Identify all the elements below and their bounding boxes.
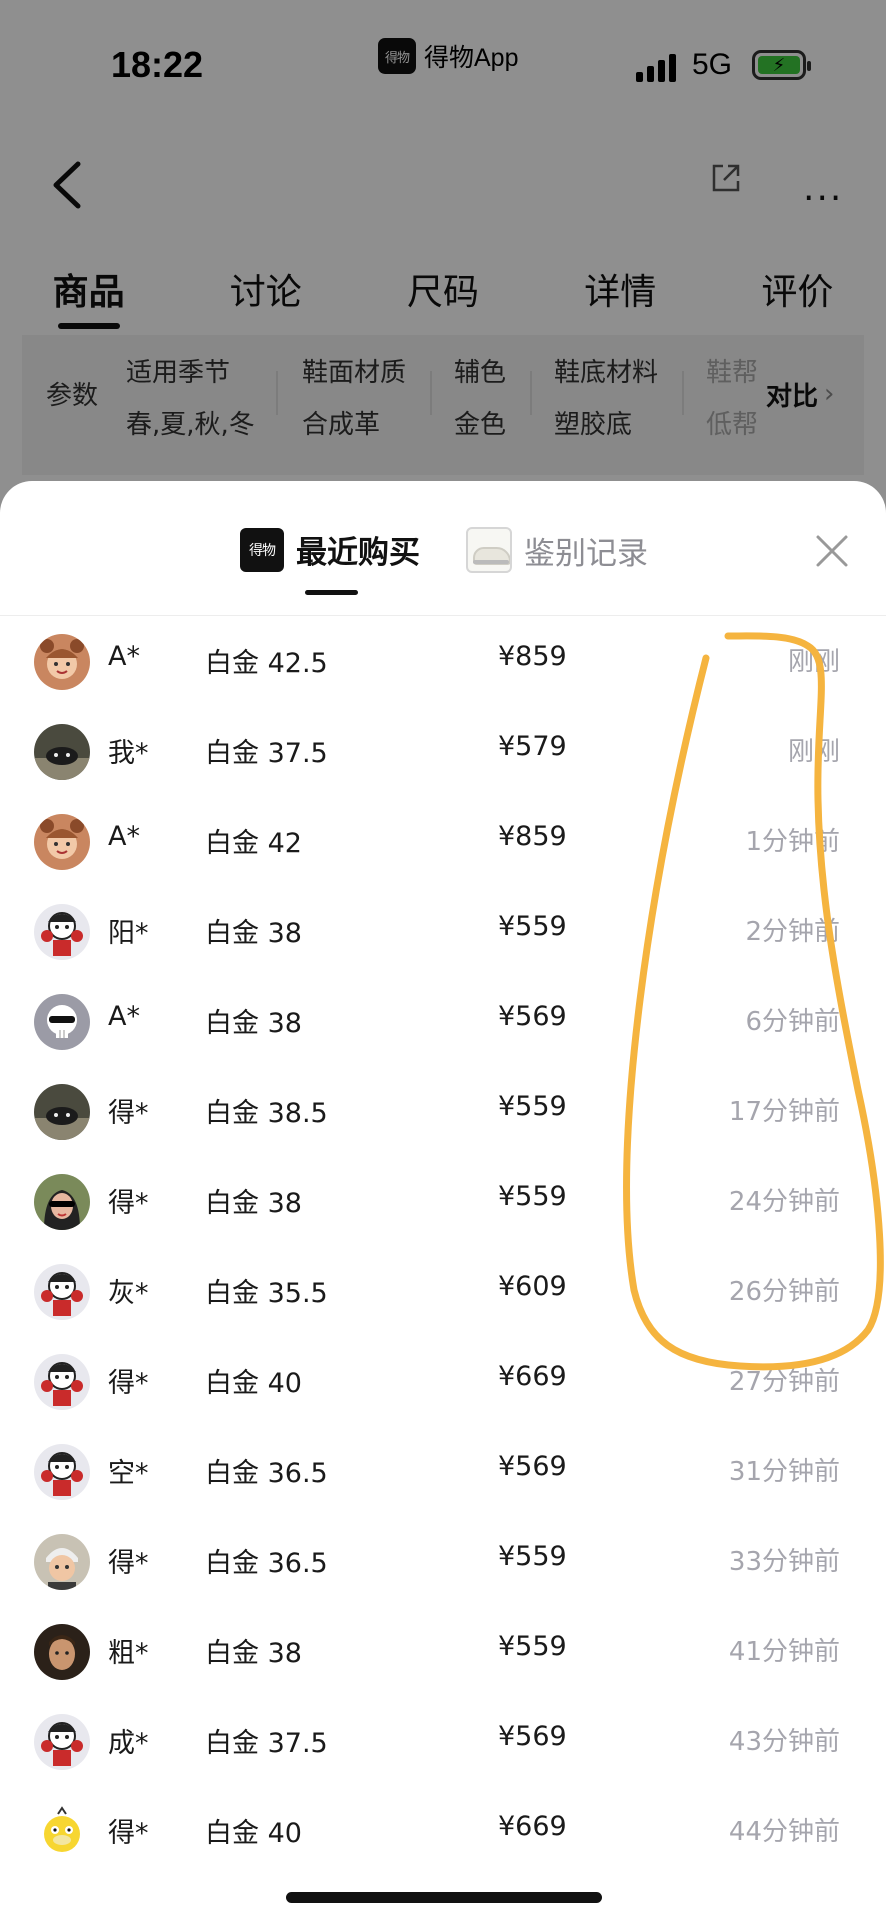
- purchase-time: 33分钟前: [728, 1547, 840, 1577]
- purchase-row: A* 白金 38 ¥569 6分钟前: [0, 976, 886, 1066]
- purchase-row: 得* 白金 36.5 ¥559 33分钟前: [0, 1516, 886, 1606]
- sheet-header: 得物 最近购买 鉴别记录: [0, 481, 886, 616]
- home-indicator: [286, 1892, 602, 1903]
- buyer-name: 得*: [108, 1548, 149, 1579]
- avatar: [34, 814, 90, 870]
- buyer-name: 我*: [108, 738, 149, 769]
- buyer-name: 得*: [108, 1818, 149, 1849]
- purchase-time: 刚刚: [787, 647, 840, 677]
- purchase-price: ¥559: [498, 1541, 567, 1572]
- purchase-row: 得* 白金 38 ¥559 24分钟前: [0, 1156, 886, 1246]
- active-tab-indicator: [305, 590, 358, 595]
- avatar: [34, 994, 90, 1050]
- purchase-size: 白金 37.5: [205, 1728, 328, 1759]
- purchase-row: 阳* 白金 38 ¥559 2分钟前: [0, 886, 886, 976]
- purchase-price: ¥859: [498, 821, 567, 852]
- avatar: [34, 1174, 90, 1230]
- purchase-size: 白金 38: [205, 1188, 302, 1219]
- purchase-time: 17分钟前: [728, 1097, 840, 1127]
- purchase-time: 43分钟前: [728, 1727, 840, 1757]
- purchase-price: ¥559: [498, 911, 567, 942]
- purchase-time: 24分钟前: [728, 1187, 840, 1217]
- buyer-name: 空*: [108, 1458, 149, 1489]
- purchase-time: 2分钟前: [745, 917, 840, 947]
- avatar: [34, 724, 90, 780]
- purchase-size: 白金 38.5: [205, 1098, 328, 1129]
- purchase-row: A* 白金 42 ¥859 1分钟前: [0, 796, 886, 886]
- purchase-row: 我* 白金 37.5 ¥579 刚刚: [0, 706, 886, 796]
- purchase-price: ¥569: [498, 1001, 567, 1032]
- purchase-row: A* 白金 42.5 ¥859 刚刚: [0, 616, 886, 706]
- avatar: [34, 1264, 90, 1320]
- purchase-size: 白金 40: [205, 1818, 302, 1849]
- purchase-row: 得* 白金 38.5 ¥559 17分钟前: [0, 1066, 886, 1156]
- purchase-time: 41分钟前: [728, 1637, 840, 1667]
- avatar: [34, 1354, 90, 1410]
- buyer-name: A*: [108, 821, 140, 852]
- tab-auth-label: 鉴别记录: [524, 535, 648, 572]
- purchase-time: 44分钟前: [728, 1817, 840, 1847]
- purchase-row: 粗* 白金 38 ¥559 41分钟前: [0, 1606, 886, 1696]
- avatar: [34, 1084, 90, 1140]
- tab-recent-label: 最近购买: [296, 535, 420, 571]
- avatar: [34, 634, 90, 690]
- purchase-price: ¥669: [498, 1811, 567, 1842]
- purchase-time: 刚刚: [787, 737, 840, 767]
- purchase-price: ¥559: [498, 1181, 567, 1212]
- avatar: [34, 1444, 90, 1500]
- purchase-size: 白金 40: [205, 1368, 302, 1399]
- purchase-price: ¥559: [498, 1091, 567, 1122]
- purchase-size: 白金 38: [205, 1638, 302, 1669]
- buyer-name: A*: [108, 641, 140, 672]
- purchase-row: 得* 白金 40 ¥669 27分钟前: [0, 1336, 886, 1426]
- purchase-row: 得* 白金 40 ¥669 44分钟前: [0, 1786, 886, 1876]
- tab-authentication-records[interactable]: 鉴别记录: [466, 527, 648, 573]
- buyer-name: 得*: [108, 1368, 149, 1399]
- purchase-size: 白金 36.5: [205, 1548, 328, 1579]
- buyer-name: 得*: [108, 1098, 149, 1129]
- purchase-price: ¥579: [498, 731, 567, 762]
- avatar: [34, 1534, 90, 1590]
- buyer-name: 灰*: [108, 1278, 149, 1309]
- purchase-price: ¥609: [498, 1271, 567, 1302]
- buyer-name: 得*: [108, 1188, 149, 1219]
- purchase-price: ¥859: [498, 641, 567, 672]
- purchase-size: 白金 36.5: [205, 1458, 328, 1489]
- purchase-price: ¥569: [498, 1721, 567, 1752]
- purchase-size: 白金 37.5: [205, 738, 328, 769]
- purchase-row: 空* 白金 36.5 ¥569 31分钟前: [0, 1426, 886, 1516]
- purchase-price: ¥669: [498, 1361, 567, 1392]
- buyer-name: A*: [108, 1001, 140, 1032]
- purchase-size: 白金 38: [205, 1008, 302, 1039]
- purchase-row: 成* 白金 37.5 ¥569 43分钟前: [0, 1696, 886, 1786]
- avatar: [34, 1804, 90, 1860]
- buyer-name: 粗*: [108, 1638, 149, 1669]
- close-icon[interactable]: [812, 531, 852, 571]
- purchase-size: 白金 42.5: [205, 648, 328, 679]
- tab-recent-purchases[interactable]: 得物 最近购买: [240, 527, 420, 572]
- purchase-price: ¥559: [498, 1631, 567, 1662]
- purchase-price: ¥569: [498, 1451, 567, 1482]
- purchase-row: 灰* 白金 35.5 ¥609 26分钟前: [0, 1246, 886, 1336]
- purchase-size: 白金 42: [205, 828, 302, 859]
- sneaker-icon: [466, 527, 512, 573]
- purchase-time: 6分钟前: [745, 1007, 840, 1037]
- avatar: [34, 1714, 90, 1770]
- recent-purchases-sheet: 得物 最近购买 鉴别记录 A* 白金 42.5 ¥859 刚刚 我* 白金 37.5 ¥57…: [0, 481, 886, 1921]
- purchase-time: 27分钟前: [728, 1367, 840, 1397]
- buyer-name: 阳*: [108, 918, 149, 949]
- avatar: [34, 1624, 90, 1680]
- purchase-time: 1分钟前: [745, 827, 840, 857]
- purchase-size: 白金 35.5: [205, 1278, 328, 1309]
- purchase-time: 26分钟前: [728, 1277, 840, 1307]
- buyer-name: 成*: [108, 1728, 149, 1759]
- purchase-size: 白金 38: [205, 918, 302, 949]
- avatar: [34, 904, 90, 960]
- purchase-time: 31分钟前: [728, 1457, 840, 1487]
- dewu-logo-icon: 得物: [240, 527, 284, 572]
